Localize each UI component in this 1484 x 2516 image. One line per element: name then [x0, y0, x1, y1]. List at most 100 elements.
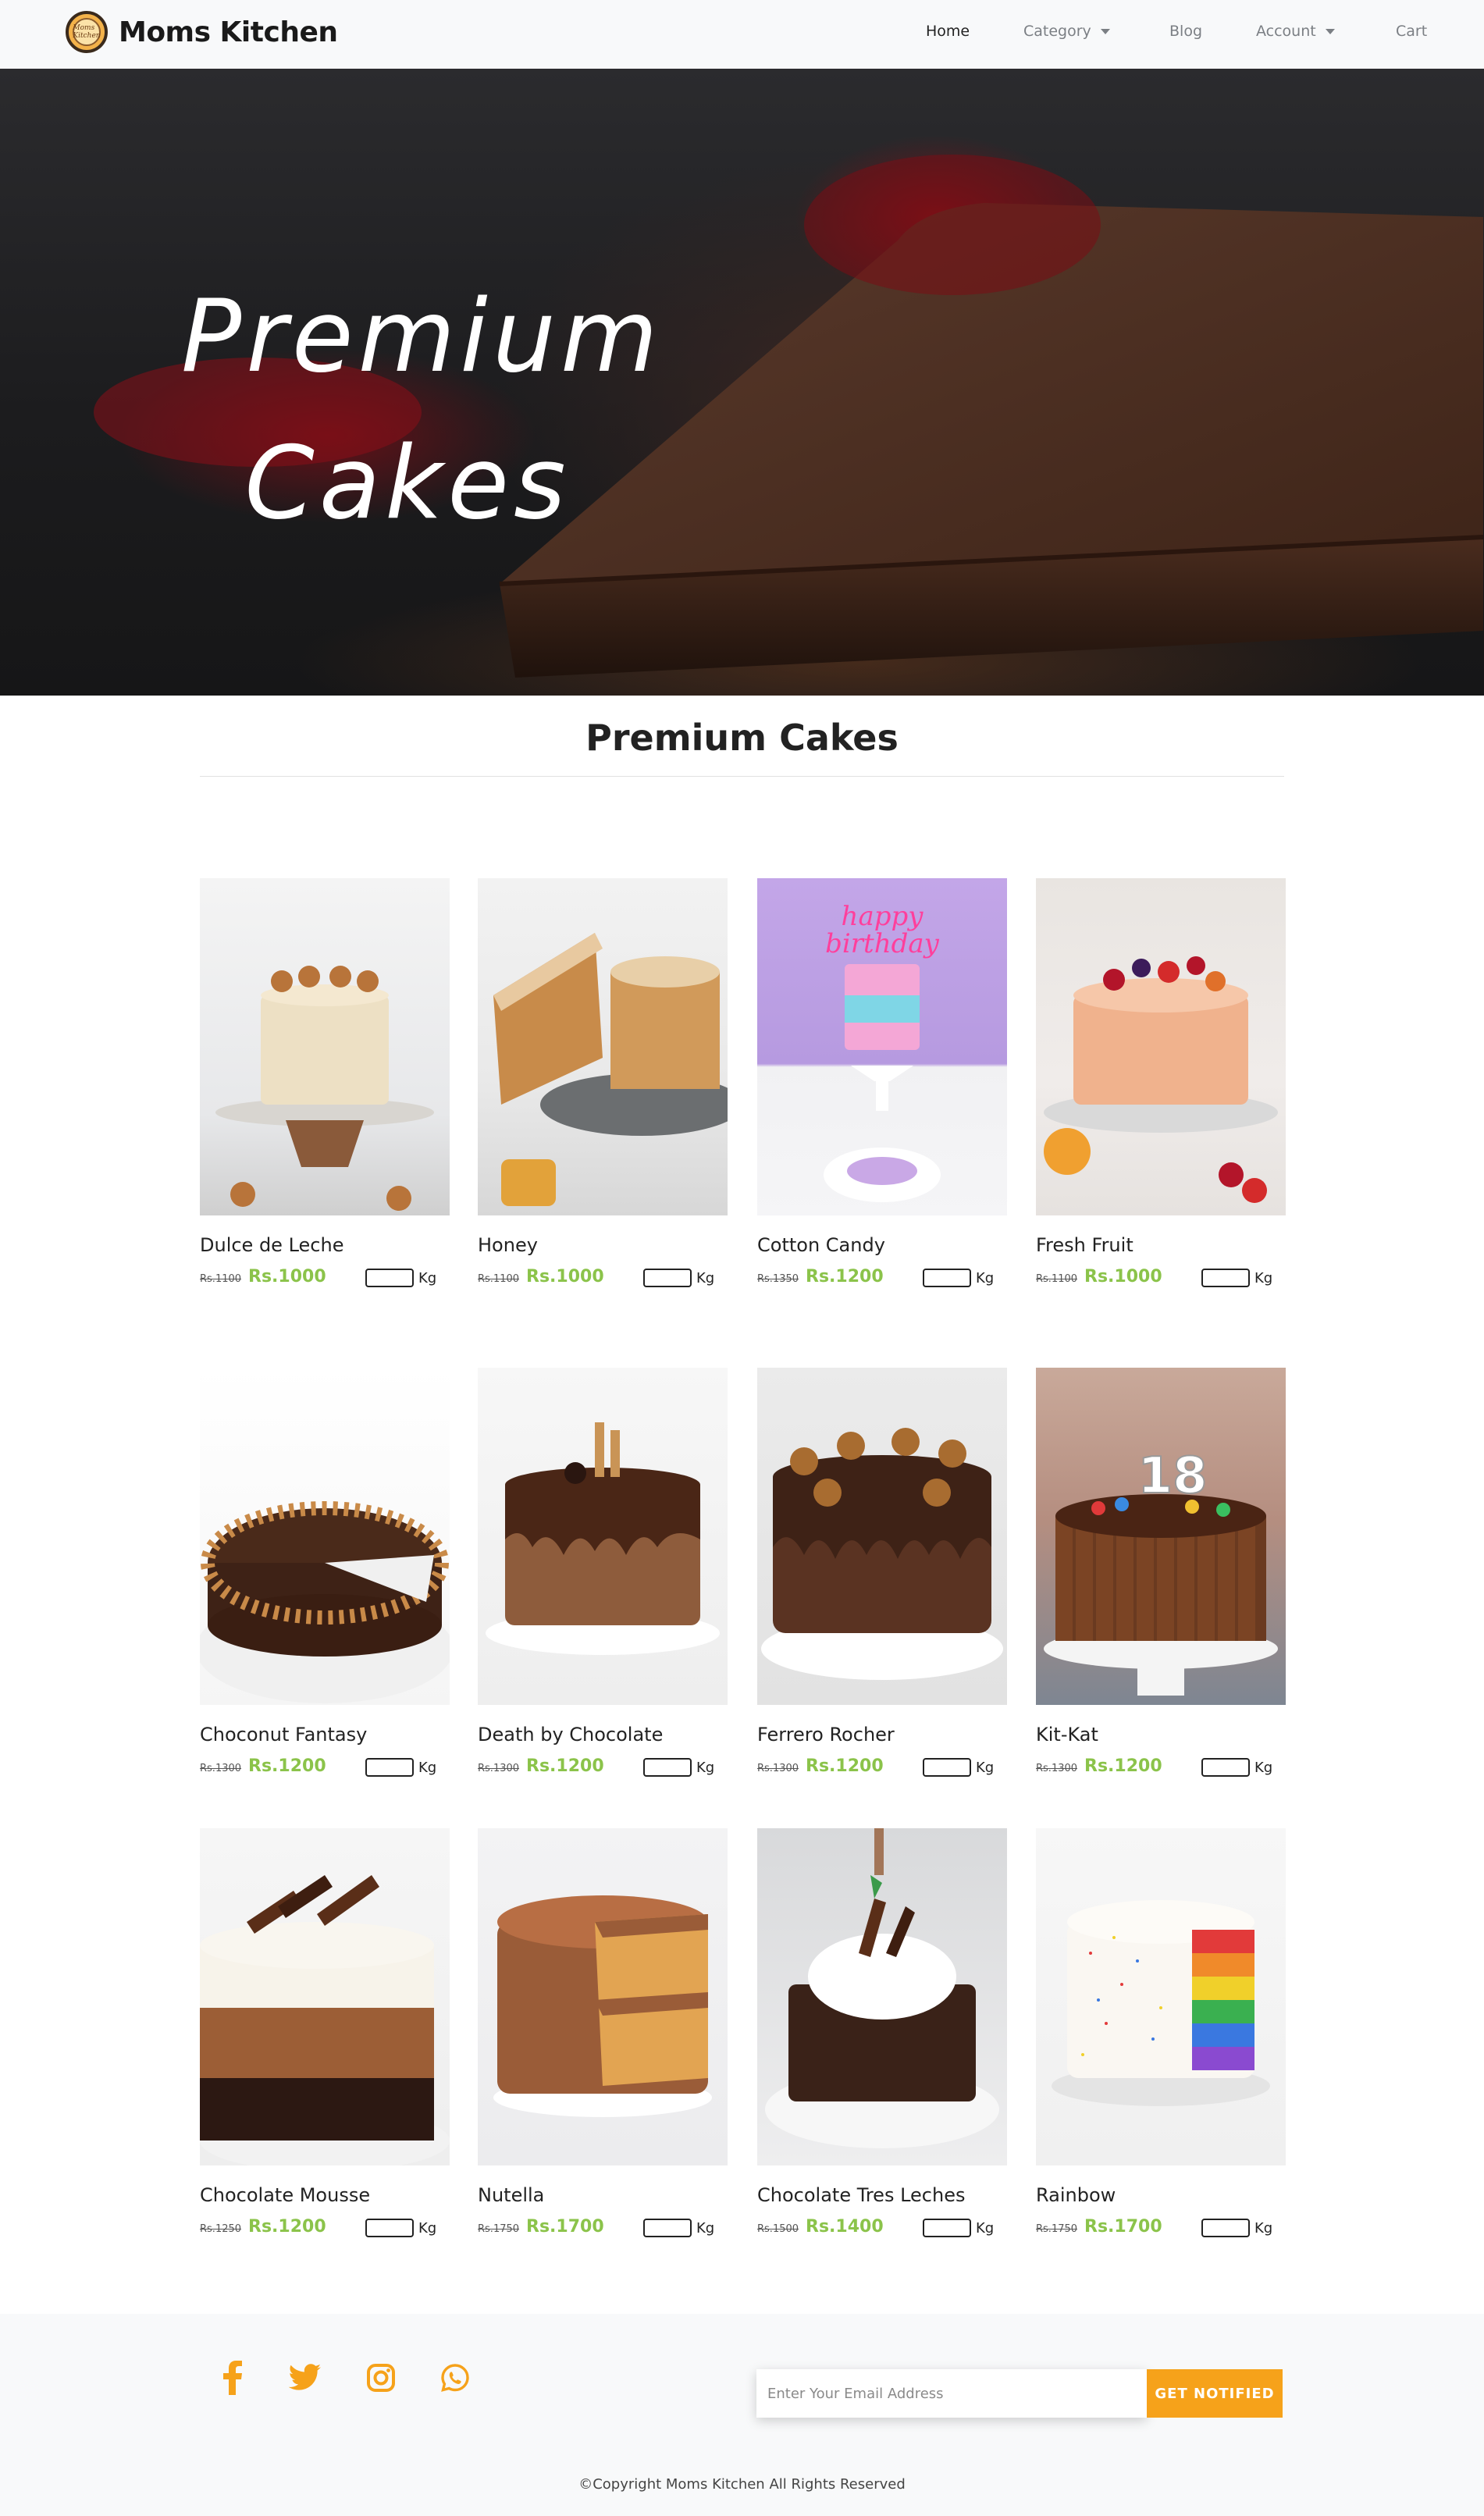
product-image[interactable]: [478, 1368, 728, 1705]
price-row: Rs.1350 Rs.1200 Kg: [757, 1267, 1007, 1287]
product-card[interactable]: Chocolate Mousse Rs.1250 Rs.1200 Kg: [200, 1828, 450, 2237]
twitter-icon[interactable]: [286, 2359, 323, 2397]
product-image[interactable]: [757, 1368, 1007, 1705]
product-name[interactable]: Fresh Fruit: [1036, 1234, 1286, 1256]
product-name[interactable]: Death by Chocolate: [478, 1724, 728, 1746]
product-card[interactable]: happy birthday Cotton Candy Rs.1350 Rs.1200 K…: [757, 878, 1007, 1287]
product-image[interactable]: [1036, 878, 1286, 1215]
product-name[interactable]: Chocolate Mousse: [200, 2184, 450, 2206]
product-card[interactable]: Nutella Rs.1750 Rs.1700 Kg: [478, 1828, 728, 2237]
old-price: Rs.1100: [200, 1273, 242, 1285]
unit-label: Kg: [696, 1270, 715, 1286]
brand[interactable]: Moms Kitchen Moms Kitchen: [66, 11, 338, 53]
old-price: Rs.1750: [1036, 2223, 1078, 2235]
product-image[interactable]: 18: [1036, 1368, 1286, 1705]
product-card[interactable]: Fresh Fruit Rs.1100 Rs.1000 Kg: [1036, 878, 1286, 1287]
price-row: Rs.1500 Rs.1400 Kg: [757, 2217, 1007, 2237]
unit-label: Kg: [1254, 1760, 1273, 1776]
nav-blog[interactable]: Blog: [1169, 23, 1202, 40]
svg-text:happy: happy: [842, 901, 924, 932]
new-price: Rs.1200: [806, 1267, 884, 1286]
product-image[interactable]: [478, 878, 728, 1215]
quantity-input[interactable]: [365, 1758, 414, 1777]
product-name[interactable]: Choconut Fantasy: [200, 1724, 450, 1746]
product-name[interactable]: Rainbow: [1036, 2184, 1286, 2206]
old-price: Rs.1350: [757, 1273, 799, 1285]
product-name[interactable]: Ferrero Rocher: [757, 1724, 1007, 1746]
hero-title-line1: Premium: [181, 279, 663, 395]
quantity-input[interactable]: [365, 1269, 414, 1287]
brand-logo-text: Moms Kitchen: [73, 18, 101, 46]
product-card[interactable]: 18 Kit-Kat Rs.1300 Rs.1200 Kg: [1036, 1368, 1286, 1777]
quantity-input[interactable]: [923, 2219, 971, 2237]
quantity-input[interactable]: [643, 1758, 692, 1777]
product-name[interactable]: Honey: [478, 1234, 728, 1256]
navbar: Moms Kitchen Moms Kitchen Home Category …: [0, 0, 1484, 69]
price-row: Rs.1300 Rs.1200 Kg: [478, 1756, 728, 1777]
product-card[interactable]: Rainbow Rs.1750 Rs.1700 Kg: [1036, 1828, 1286, 2237]
quantity-input[interactable]: [643, 1269, 692, 1287]
quantity-input[interactable]: [923, 1758, 971, 1777]
old-price: Rs.1500: [757, 2223, 799, 2235]
nav-home[interactable]: Home: [926, 23, 970, 40]
nav-category[interactable]: Category: [1023, 23, 1110, 40]
product-card[interactable]: Honey Rs.1100 Rs.1000 Kg: [478, 878, 728, 1287]
email-input[interactable]: [756, 2369, 1147, 2418]
product-name[interactable]: Kit-Kat: [1036, 1724, 1286, 1746]
quantity-input[interactable]: [1201, 1758, 1250, 1777]
new-price: Rs.1400: [806, 2217, 884, 2237]
price-row: Rs.1100 Rs.1000 Kg: [478, 1267, 728, 1287]
instagram-icon[interactable]: [362, 2359, 400, 2397]
whatsapp-icon[interactable]: [436, 2359, 474, 2397]
unit-label: Kg: [418, 2220, 437, 2237]
new-price: Rs.1200: [806, 1756, 884, 1776]
unit-label: Kg: [976, 2220, 995, 2237]
hero-title-line2: Cakes: [244, 425, 571, 542]
product-image[interactable]: [757, 1828, 1007, 2165]
old-price: Rs.1300: [200, 1763, 242, 1774]
product-image[interactable]: happy birthday: [757, 878, 1007, 1215]
new-price: Rs.1200: [248, 2217, 326, 2237]
nav-cart[interactable]: Cart: [1396, 23, 1427, 40]
product-name[interactable]: Cotton Candy: [757, 1234, 1007, 1256]
product-image[interactable]: [478, 1828, 728, 2165]
section-title: Premium Cakes: [585, 717, 899, 759]
product-name[interactable]: Dulce de Leche: [200, 1234, 450, 1256]
quantity-input[interactable]: [643, 2219, 692, 2237]
new-price: Rs.1700: [526, 2217, 604, 2237]
old-price: Rs.1250: [200, 2223, 242, 2235]
price-row: Rs.1300 Rs.1200 Kg: [757, 1756, 1007, 1777]
price-row: Rs.1300 Rs.1200 Kg: [1036, 1756, 1286, 1777]
price-row: Rs.1100 Rs.1000 Kg: [200, 1267, 450, 1287]
facebook-icon[interactable]: [214, 2359, 251, 2397]
product-name[interactable]: Nutella: [478, 2184, 728, 2206]
product-image[interactable]: [200, 1828, 450, 2165]
old-price: Rs.1750: [478, 2223, 520, 2235]
price-row: Rs.1300 Rs.1200 Kg: [200, 1756, 450, 1777]
price-row: Rs.1750 Rs.1700 Kg: [1036, 2217, 1286, 2237]
hero-banner: Premium Cakes: [0, 69, 1484, 696]
product-image[interactable]: [200, 1368, 450, 1705]
quantity-input[interactable]: [365, 2219, 414, 2237]
get-notified-button[interactable]: GET NOTIFIED: [1147, 2369, 1283, 2418]
product-image[interactable]: [200, 878, 450, 1215]
product-card[interactable]: Ferrero Rocher Rs.1300 Rs.1200 Kg: [757, 1368, 1007, 1777]
product-card[interactable]: Chocolate Tres Leches Rs.1500 Rs.1400 Kg: [757, 1828, 1007, 2237]
product-card[interactable]: Dulce de Leche Rs.1100 Rs.1000 Kg: [200, 878, 450, 1287]
unit-label: Kg: [418, 1270, 437, 1286]
brand-logo: Moms Kitchen: [66, 11, 108, 53]
unit-label: Kg: [976, 1760, 995, 1776]
quantity-input[interactable]: [923, 1269, 971, 1287]
product-card[interactable]: Death by Chocolate Rs.1300 Rs.1200 Kg: [478, 1368, 728, 1777]
product-name[interactable]: Chocolate Tres Leches: [757, 2184, 1007, 2206]
product-image[interactable]: [1036, 1828, 1286, 2165]
quantity-input[interactable]: [1201, 2219, 1250, 2237]
quantity-input[interactable]: [1201, 1269, 1250, 1287]
old-price: Rs.1100: [1036, 1273, 1078, 1285]
new-price: Rs.1200: [248, 1756, 326, 1776]
unit-label: Kg: [418, 1760, 437, 1776]
copyright-text: ©Copyright Moms Kitchen All Rights Reser…: [578, 2476, 906, 2493]
nav-account[interactable]: Account: [1256, 23, 1335, 40]
price-row: Rs.1750 Rs.1700 Kg: [478, 2217, 728, 2237]
product-card[interactable]: Choconut Fantasy Rs.1300 Rs.1200 Kg: [200, 1368, 450, 1777]
